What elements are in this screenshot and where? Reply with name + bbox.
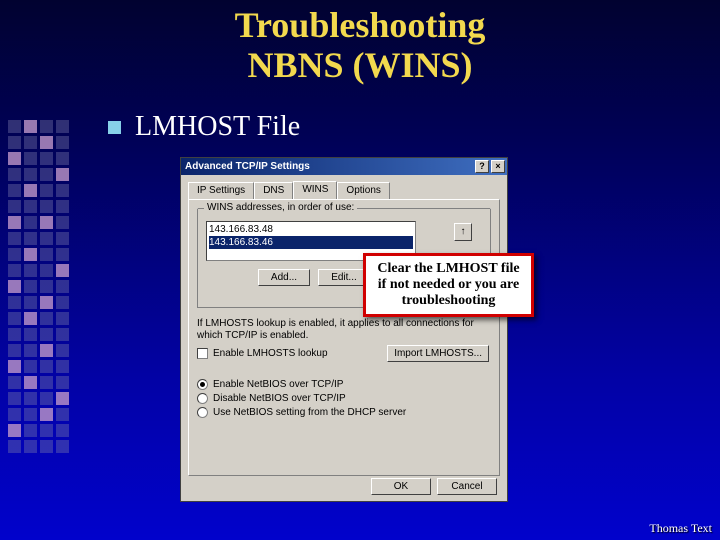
title-line1: Troubleshooting — [0, 6, 720, 46]
lmhosts-note: If LMHOSTS lookup is enabled, it applies… — [197, 318, 491, 342]
slide-title: Troubleshooting NBNS (WINS) — [0, 6, 720, 85]
radio-icon[interactable] — [197, 393, 208, 404]
tab-strip: IP Settings DNS WINS Options — [188, 181, 500, 199]
radio-label: Disable NetBIOS over TCP/IP — [213, 393, 346, 404]
decorative-squares — [8, 120, 70, 453]
slide: Troubleshooting NBNS (WINS) LMHOST File … — [0, 0, 720, 540]
radio-dhcp-netbios[interactable]: Use NetBIOS setting from the DHCP server — [197, 407, 491, 418]
tab-pane-wins: WINS addresses, in order of use: 143.166… — [188, 199, 500, 476]
wins-group-label: WINS addresses, in order of use: — [204, 202, 357, 213]
radio-label: Enable NetBIOS over TCP/IP — [213, 379, 343, 390]
dialog-button-row: OK Cancel — [371, 478, 497, 495]
bullet-row: LMHOST File — [108, 111, 300, 143]
radio-enable-netbios[interactable]: Enable NetBIOS over TCP/IP — [197, 379, 491, 390]
enable-lmhosts-label: Enable LMHOSTS lookup — [213, 348, 328, 359]
ok-button[interactable]: OK — [371, 478, 431, 495]
close-button[interactable]: × — [491, 160, 505, 173]
tab-dns[interactable]: DNS — [254, 182, 293, 200]
radio-icon[interactable] — [197, 407, 208, 418]
title-line2: NBNS (WINS) — [0, 46, 720, 86]
help-button[interactable]: ? — [475, 160, 489, 173]
cancel-button[interactable]: Cancel — [437, 478, 497, 495]
dialog-titlebar: Advanced TCP/IP Settings ? × — [181, 158, 507, 175]
tab-wins[interactable]: WINS — [293, 181, 337, 199]
checkbox-icon[interactable] — [197, 348, 208, 359]
advanced-tcpip-dialog: Advanced TCP/IP Settings ? × IP Settings… — [180, 157, 508, 502]
radio-disable-netbios[interactable]: Disable NetBIOS over TCP/IP — [197, 393, 491, 404]
add-button[interactable]: Add... — [258, 269, 310, 286]
tab-ip-settings[interactable]: IP Settings — [188, 182, 254, 200]
radio-icon[interactable] — [197, 379, 208, 390]
list-item[interactable]: 143.166.83.48 — [209, 223, 413, 236]
reorder-arrows: ↑ — [454, 223, 472, 241]
bullet-icon — [108, 121, 121, 134]
dialog-title: Advanced TCP/IP Settings — [185, 161, 473, 172]
import-lmhosts-button[interactable]: Import LMHOSTS... — [387, 345, 489, 362]
footer-text: Thomas Text — [649, 521, 712, 536]
callout-box: Clear the LMHOST file if not needed or y… — [363, 253, 534, 317]
tab-options[interactable]: Options — [337, 182, 389, 200]
list-item[interactable]: 143.166.83.46 — [209, 236, 413, 249]
radio-label: Use NetBIOS setting from the DHCP server — [213, 407, 406, 418]
move-up-button[interactable]: ↑ — [454, 223, 472, 241]
bullet-text: LMHOST File — [135, 111, 300, 143]
